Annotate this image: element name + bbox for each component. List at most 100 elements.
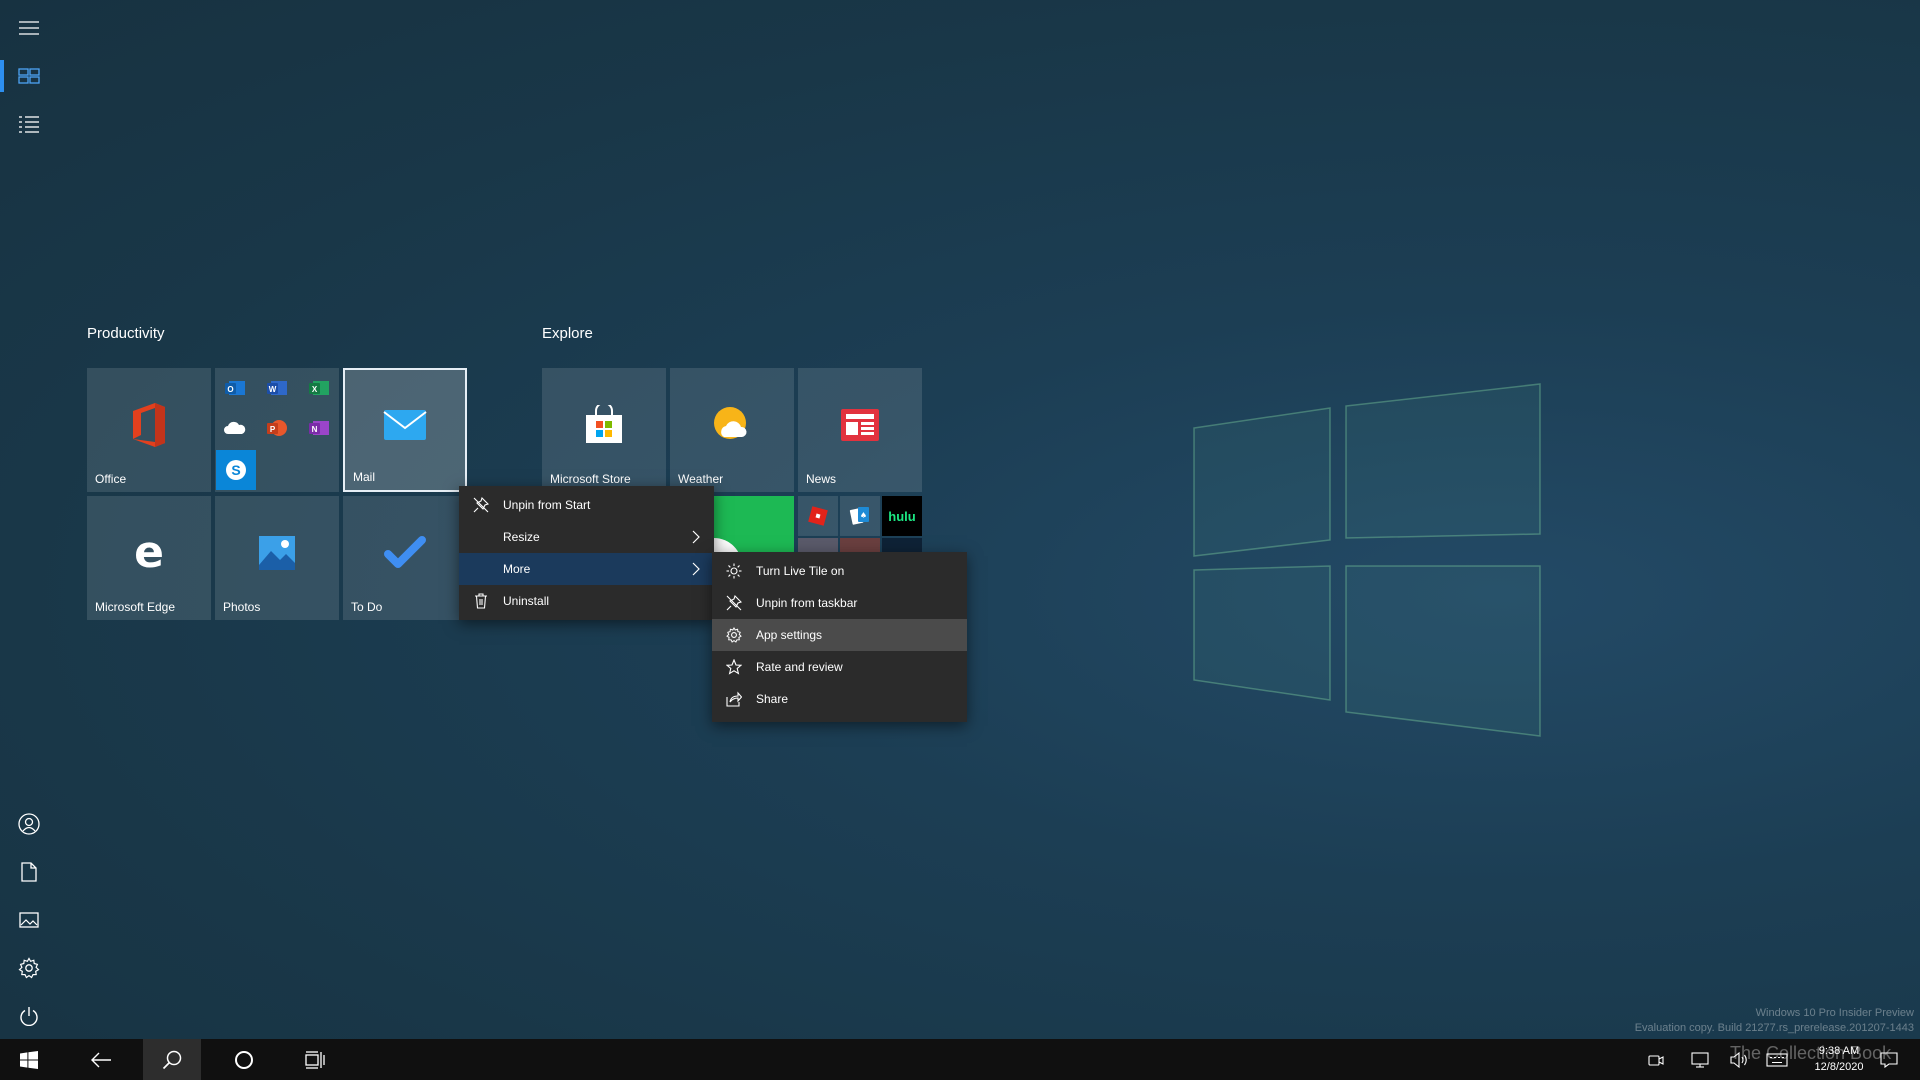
- tile-office-apps-folder[interactable]: O W X P N S: [215, 368, 339, 492]
- tile-mail[interactable]: Mail: [343, 368, 467, 492]
- network-button[interactable]: [1684, 1039, 1714, 1080]
- menu-item-turn-live-tile-on[interactable]: Turn Live Tile on: [712, 555, 967, 587]
- list-icon: [19, 116, 39, 133]
- network-icon: [1691, 1051, 1709, 1068]
- skype-tile[interactable]: S: [216, 450, 256, 490]
- photos-icon: [259, 536, 295, 571]
- windows-wallpaper-logo: [1193, 383, 1541, 737]
- gear-icon: [18, 957, 40, 979]
- windows-logo-icon: [20, 1050, 38, 1069]
- onedrive-icon: [221, 414, 249, 442]
- chevron-right-icon: [692, 562, 700, 576]
- live-tile-icon: [726, 563, 742, 579]
- document-icon: [21, 862, 37, 882]
- svg-text:O: O: [227, 385, 233, 394]
- power-icon: [20, 1007, 38, 1026]
- menu-item-share[interactable]: Share: [712, 683, 967, 715]
- excel-icon: X: [305, 374, 333, 402]
- user-icon: [18, 813, 40, 835]
- tile-label: Weather: [678, 472, 724, 486]
- svg-text:P: P: [270, 425, 276, 434]
- tile-office[interactable]: Office: [87, 368, 211, 492]
- cortana-button[interactable]: [215, 1039, 273, 1080]
- tile-weather[interactable]: Weather: [670, 368, 794, 492]
- tiles-icon: [18, 68, 40, 84]
- solitaire-tile[interactable]: ♠: [840, 496, 880, 536]
- tile-to-do[interactable]: To Do: [343, 496, 467, 620]
- trash-icon: [475, 593, 487, 609]
- group-title-productivity[interactable]: Productivity: [87, 325, 165, 342]
- pinned-tiles-button[interactable]: [0, 52, 58, 100]
- search-icon: [162, 1050, 182, 1069]
- unpin-icon: [726, 595, 742, 611]
- cortana-icon: [235, 1050, 253, 1069]
- svg-text:N: N: [312, 425, 318, 434]
- svg-text:♠: ♠: [860, 511, 867, 520]
- cards-icon: ♠: [849, 507, 869, 525]
- tile-microsoft-edge[interactable]: e Microsoft Edge: [87, 496, 211, 620]
- roblox-tile[interactable]: [798, 496, 838, 536]
- tile-label: Photos: [223, 600, 261, 614]
- user-account-button[interactable]: [0, 800, 58, 848]
- task-view-button[interactable]: [287, 1039, 345, 1080]
- menu-item-unpin-from-taskbar[interactable]: Unpin from taskbar: [712, 587, 967, 619]
- chevron-right-icon: [692, 530, 700, 544]
- menu-item-unpin-from-start[interactable]: Unpin from Start: [459, 489, 714, 521]
- hulu-tile[interactable]: hulu: [882, 496, 922, 536]
- more-submenu: Turn Live Tile on Unpin from taskbar App…: [712, 552, 967, 722]
- task-view-icon: [305, 1050, 325, 1069]
- tile-label: Mail: [353, 470, 376, 484]
- unpin-icon: [473, 497, 489, 513]
- weather-icon: [714, 407, 747, 440]
- mail-icon: [383, 410, 427, 441]
- news-icon: [841, 409, 879, 442]
- menu-item-more[interactable]: More: [459, 553, 714, 585]
- hulu-logo: hulu: [888, 508, 916, 524]
- tile-microsoft-store[interactable]: Microsoft Store: [542, 368, 666, 492]
- start-left-rail: [0, 0, 58, 1039]
- outlook-icon: O: [221, 374, 249, 402]
- documents-button[interactable]: [0, 848, 58, 896]
- back-arrow-icon: [91, 1052, 111, 1067]
- picture-icon: [19, 912, 39, 928]
- star-icon: [726, 659, 742, 675]
- svg-text:X: X: [312, 385, 318, 394]
- taskbar: 9:38 AM 12/8/2020: [0, 1039, 1920, 1080]
- tile-label: To Do: [351, 600, 383, 614]
- powerpoint-icon: P: [263, 414, 291, 442]
- svg-text:S: S: [231, 462, 240, 478]
- menu-item-resize[interactable]: Resize: [459, 521, 714, 553]
- search-button[interactable]: [143, 1039, 201, 1080]
- todo-checkmark-icon: [384, 536, 426, 569]
- meet-now-button[interactable]: [1644, 1039, 1668, 1080]
- edge-icon: e: [134, 533, 164, 573]
- store-icon: [586, 405, 622, 444]
- onenote-icon: N: [305, 414, 333, 442]
- menu-item-app-settings[interactable]: App settings: [712, 619, 967, 651]
- menu-item-uninstall[interactable]: Uninstall: [459, 585, 714, 617]
- start-button[interactable]: [0, 1039, 58, 1080]
- svg-text:W: W: [269, 385, 277, 394]
- camera-icon: [1648, 1054, 1664, 1066]
- share-icon: [726, 691, 742, 707]
- gear-icon: [726, 627, 742, 643]
- menu-item-rate-and-review[interactable]: Rate and review: [712, 651, 967, 683]
- tile-label: Microsoft Store: [550, 472, 631, 486]
- group-title-explore[interactable]: Explore: [542, 325, 593, 342]
- tile-context-menu: Unpin from Start Resize More Uninstall: [459, 486, 714, 620]
- tile-news[interactable]: News: [798, 368, 922, 492]
- watermark-build: Evaluation copy. Build 21277.rs_prerelea…: [1634, 1022, 1914, 1034]
- tile-photos[interactable]: Photos: [215, 496, 339, 620]
- roblox-icon: [808, 506, 828, 526]
- hamburger-icon: [19, 21, 39, 35]
- settings-button[interactable]: [0, 944, 58, 992]
- office-icon: [133, 403, 165, 448]
- tile-label: News: [806, 472, 837, 486]
- power-button[interactable]: [0, 992, 58, 1040]
- expand-menu-button[interactable]: [0, 4, 58, 52]
- skype-icon: S: [226, 460, 246, 480]
- all-apps-button[interactable]: [0, 100, 58, 148]
- back-button[interactable]: [72, 1039, 130, 1080]
- pictures-button[interactable]: [0, 896, 58, 944]
- tile-label: Microsoft Edge: [95, 600, 176, 614]
